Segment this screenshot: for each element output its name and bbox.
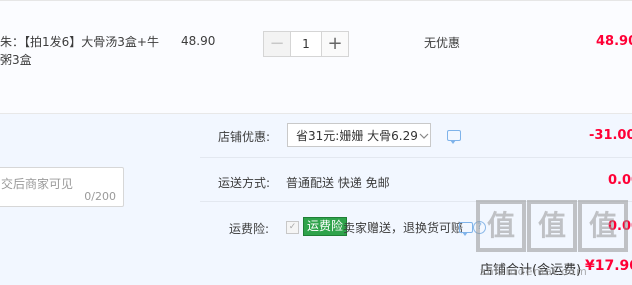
- store-discount-selected: 省31元:姗姗 大骨6.29: [296, 128, 418, 143]
- unit-price: 48.90: [181, 34, 216, 48]
- store-total-amount: ¥17.90: [585, 258, 632, 274]
- watermark-char: 值: [476, 200, 526, 252]
- shipping-method: 普通配送 快递 免邮: [286, 176, 390, 190]
- chat-icon[interactable]: [447, 130, 461, 144]
- seller-memo-field[interactable]: 交后商家可见 0/200: [0, 167, 124, 207]
- watermark-char: 值: [527, 200, 577, 252]
- insurance-label: 运费险:: [229, 222, 270, 236]
- watermark-url: zhizhidemai.com: [480, 265, 588, 278]
- store-discount-label: 店铺优惠:: [218, 130, 271, 144]
- insurance-description: 卖家赠送，退换货可赔: [343, 221, 464, 235]
- product-title-line2[interactable]: 粥3盒: [0, 51, 170, 69]
- quantity-input[interactable]: 1: [291, 31, 321, 57]
- chat-icon[interactable]: [459, 222, 473, 236]
- decrease-quantity-button[interactable]: −: [263, 31, 291, 57]
- watermark-char: 值: [578, 200, 628, 252]
- store-discount-select[interactable]: 省31元:姗姗 大骨6.29: [287, 123, 431, 147]
- chevron-down-icon: [418, 129, 430, 142]
- store-discount-amount: -31.00: [589, 128, 632, 143]
- memo-placeholder: 交后商家可见: [1, 177, 74, 191]
- product-title-line1[interactable]: 朱：【拍1发6】大骨汤3盒+牛: [0, 33, 170, 51]
- product-title[interactable]: 朱：【拍1发6】大骨汤3盒+牛 粥3盒: [0, 33, 170, 69]
- check-icon[interactable]: ✓: [286, 221, 299, 234]
- shipping-amount: 0.00: [608, 173, 632, 188]
- increase-quantity-button[interactable]: +: [321, 31, 349, 57]
- memo-char-counter: 0/200: [84, 190, 116, 203]
- item-discount-text: 无优惠: [424, 36, 461, 50]
- row-divider: [200, 157, 632, 158]
- shipping-label: 运送方式:: [218, 176, 271, 190]
- quantity-stepper: − 1 +: [263, 31, 349, 57]
- item-subtotal: 48.90: [596, 34, 632, 49]
- watermark-logo: 值 值 值: [476, 200, 629, 252]
- insurance-tag: 运费险: [303, 217, 348, 236]
